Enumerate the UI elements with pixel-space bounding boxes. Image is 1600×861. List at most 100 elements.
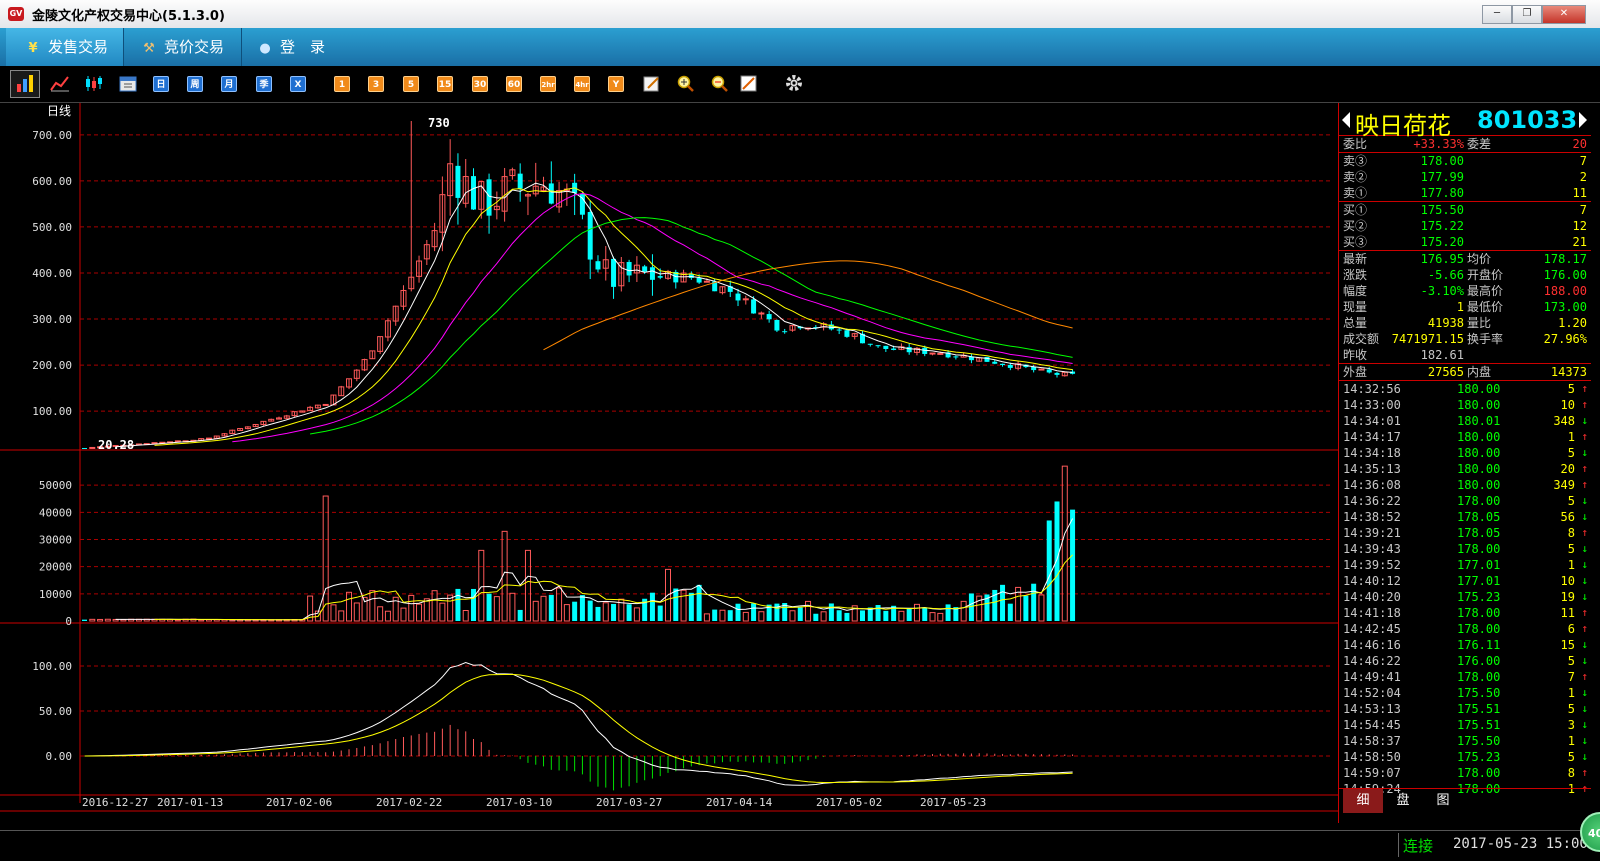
- candle-body: [626, 261, 632, 276]
- tick-volume: 5: [1567, 542, 1575, 556]
- period-day-button[interactable]: 日: [153, 76, 169, 92]
- tick-price: 178.00: [1457, 494, 1501, 508]
- tick-volume: 20: [1560, 462, 1575, 476]
- tick-price: 176.11: [1457, 638, 1501, 652]
- volume-bar: [828, 603, 834, 621]
- stat-row: 最新 176.95 均价 178.17: [1339, 251, 1591, 267]
- candle-body: [844, 330, 850, 337]
- buy1-price: 175.50: [1420, 203, 1464, 217]
- prev-arrow-icon[interactable]: [1342, 112, 1350, 128]
- user-icon: ●: [259, 41, 271, 56]
- candle-body: [1046, 369, 1052, 373]
- zoom-out-icon[interactable]: [711, 75, 729, 92]
- kline-chart[interactable]: 700.00 600.00 500.00 400.00 300.00 200.00 100.…: [0, 103, 1338, 823]
- date-label: 2017-05-23: [920, 796, 986, 809]
- tick-volume: 5: [1567, 382, 1575, 396]
- macd-dea-line: [84, 673, 1073, 783]
- tick-row: 14:39:52 177.01 1 ↓: [1339, 557, 1591, 573]
- min-60-button[interactable]: 60: [506, 76, 522, 92]
- volume-tick: 20000: [39, 561, 72, 574]
- candle-body: [758, 312, 765, 315]
- edit-icon[interactable]: [643, 75, 661, 92]
- volume-bar: [945, 604, 951, 621]
- volume-bar: [595, 606, 601, 621]
- min-3-button[interactable]: 3: [368, 76, 384, 92]
- period-x-button[interactable]: X: [290, 76, 306, 92]
- panel-tabs: 细 盘 图: [1339, 788, 1591, 813]
- date-label: 2017-01-13: [157, 796, 223, 809]
- outer-value: 27565: [1427, 365, 1464, 379]
- price-tick: 600.00: [32, 175, 72, 188]
- arrow-down-icon: ↓: [1581, 494, 1588, 507]
- sell3-vol: 7: [1579, 154, 1587, 168]
- volume-bar: [524, 549, 531, 622]
- hr-4-button[interactable]: 4hr: [574, 76, 590, 92]
- arrow-down-icon: ↓: [1581, 574, 1588, 587]
- candle-body: [992, 361, 998, 364]
- volume-bar: [1031, 583, 1037, 621]
- arrow-down-icon: ↓: [1581, 702, 1588, 715]
- weibi-label: 委比: [1343, 137, 1368, 151]
- tick-row: 14:39:43 178.00 5 ↓: [1339, 541, 1591, 557]
- volume-bar: [493, 596, 500, 622]
- tick-row: 14:40:20 175.23 19 ↓: [1339, 589, 1591, 605]
- tab-book[interactable]: 盘: [1383, 789, 1423, 813]
- period-quarter-button[interactable]: 季: [256, 76, 272, 92]
- tick-volume: 3: [1567, 718, 1575, 732]
- volume-bar: [751, 603, 757, 621]
- macd-tick: 50.00: [39, 705, 72, 718]
- volume-bar: [960, 600, 967, 622]
- tab-detail[interactable]: 细: [1343, 789, 1383, 813]
- min-30-button[interactable]: 30: [472, 76, 488, 92]
- price-tick: 100.00: [32, 405, 72, 418]
- minimize-icon[interactable]: ─: [1482, 5, 1512, 24]
- hr-2-button[interactable]: 2hr: [540, 76, 556, 92]
- year-button[interactable]: Y: [608, 76, 624, 92]
- volume-bar: [563, 604, 570, 622]
- min-5-button[interactable]: 5: [403, 76, 419, 92]
- volume-tick: 0: [65, 615, 72, 628]
- tick-list[interactable]: 14:32:56 180.00 5 ↑ 14:33:00 180.00 10 ↑ 14:34:0…: [1339, 381, 1591, 797]
- volume-bar: [338, 610, 345, 622]
- volume-bar: [548, 594, 554, 621]
- period-month-button[interactable]: 月: [221, 76, 237, 92]
- draw-icon[interactable]: [740, 75, 758, 92]
- volume-bar: [1054, 501, 1060, 621]
- tick-volume: 5: [1567, 494, 1575, 508]
- stat-value-2: 1.20: [1558, 316, 1587, 330]
- menu-label: 竞价交易: [164, 38, 225, 56]
- zoom-in-icon[interactable]: [677, 75, 695, 92]
- restore-icon[interactable]: ❐: [1512, 5, 1542, 24]
- menu-item-login[interactable]: ● 登 录: [242, 28, 342, 66]
- tab-chart[interactable]: 图: [1423, 789, 1463, 813]
- candle-body: [867, 343, 873, 345]
- menu-item-jingjia[interactable]: ⚒ 竞价交易: [124, 28, 242, 66]
- volume-bar: [517, 609, 523, 621]
- buy1-vol: 7: [1579, 203, 1587, 217]
- buy3-price: 175.20: [1420, 235, 1464, 249]
- period-week-button[interactable]: 周: [187, 76, 203, 92]
- chart-svg[interactable]: 700.00 600.00 500.00 400.00 300.00 200.00 100.…: [0, 103, 1338, 823]
- min-1-button[interactable]: 1: [334, 76, 350, 92]
- calendar-icon[interactable]: [119, 75, 137, 92]
- menu-item-fashou[interactable]: ¥ 发售交易: [6, 28, 124, 66]
- gear-icon[interactable]: [783, 72, 805, 94]
- tick-time: 14:40:12: [1343, 574, 1401, 588]
- candle-body: [742, 298, 749, 301]
- tick-row: 14:42:45 178.00 6 ↑: [1339, 621, 1591, 637]
- candle-body: [984, 356, 990, 362]
- next-arrow-icon[interactable]: [1579, 112, 1587, 128]
- line-chart-icon[interactable]: [50, 75, 70, 92]
- min-15-button[interactable]: 15: [437, 76, 453, 92]
- quote-header: 映日荷花 801033: [1339, 103, 1591, 140]
- candlestick-icon[interactable]: [84, 75, 104, 92]
- title-bar: GV 金陵文化产权交易中心(5.1.3.0) ─ ❐ ✕: [0, 0, 1600, 29]
- tick-price: 180.00: [1457, 430, 1501, 444]
- close-icon[interactable]: ✕: [1542, 5, 1586, 24]
- candle-body: [82, 447, 87, 449]
- toolbar: 日 周 月 季 X 1 3 5 15 30 60 2hr 4hr Y: [0, 66, 1600, 103]
- bar-chart-icon[interactable]: [10, 70, 40, 98]
- tick-row: 14:58:37 175.50 1 ↓: [1339, 733, 1591, 749]
- volume-bar: [797, 607, 803, 621]
- tick-volume: 56: [1560, 510, 1575, 524]
